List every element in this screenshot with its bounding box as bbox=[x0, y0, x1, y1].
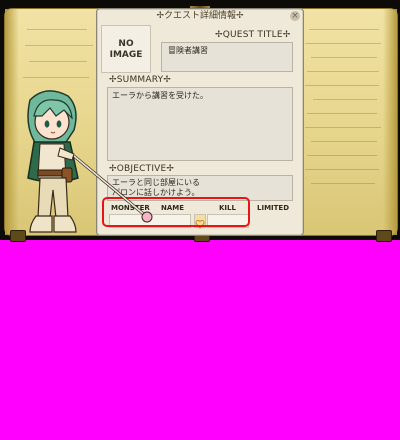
quest-title-field: 冒険者講習 bbox=[161, 42, 293, 72]
close-icon[interactable]: × bbox=[290, 11, 300, 21]
col-limited: LIMITED bbox=[257, 204, 290, 212]
book-clasp-right bbox=[376, 230, 392, 242]
no-image-line2: IMAGE bbox=[109, 50, 143, 60]
quest-title-value: 冒険者講習 bbox=[168, 46, 208, 55]
window-title: ✢クエスト詳細情報✢ bbox=[156, 11, 244, 21]
no-image-line1: NO bbox=[118, 39, 134, 49]
summary-label: ✢SUMMARY✢ bbox=[109, 75, 172, 85]
guide-character bbox=[27, 90, 153, 233]
quest-image-placeholder: NO IMAGE bbox=[101, 25, 151, 73]
quest-title-label: ✢QUEST TITLE✢ bbox=[215, 30, 291, 40]
